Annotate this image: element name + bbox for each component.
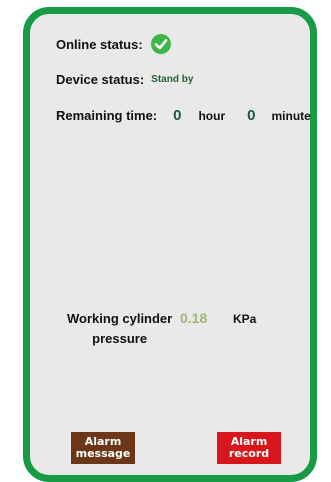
device-status-value: Stand by (151, 74, 194, 85)
alarm-message-button[interactable]: Alarm message (71, 432, 135, 464)
alarm-record-line2: record (228, 447, 270, 460)
pressure-label-line1: Working cylinder (67, 311, 173, 326)
minute-unit-label: minute (271, 108, 311, 123)
pressure-value: 0.18 (180, 310, 208, 326)
hour-unit-label: hour (198, 108, 226, 123)
remaining-time-label: Remaining time: (56, 108, 158, 123)
pressure-label: Working cylinder pressure (67, 309, 172, 349)
device-status-label: Device status: (56, 72, 145, 87)
device-status-row: Device status: Stand by (56, 72, 193, 87)
alarm-record-button[interactable]: Alarm record (217, 432, 281, 464)
device-panel: Online status: Device status: Stand by R… (23, 7, 317, 482)
alarm-message-line2: message (75, 447, 131, 460)
online-status-row: Online status: (56, 34, 171, 54)
remaining-hours-value: 0 (173, 107, 182, 124)
online-status-label: Online status: (56, 36, 143, 52)
check-circle-icon (150, 34, 171, 54)
pressure-label-line2: pressure (92, 331, 148, 346)
pressure-unit: KPa (233, 312, 257, 326)
remaining-minutes-value: 0 (247, 107, 256, 124)
remaining-time-row: Remaining time: 0 hour 0 minute (56, 107, 311, 124)
